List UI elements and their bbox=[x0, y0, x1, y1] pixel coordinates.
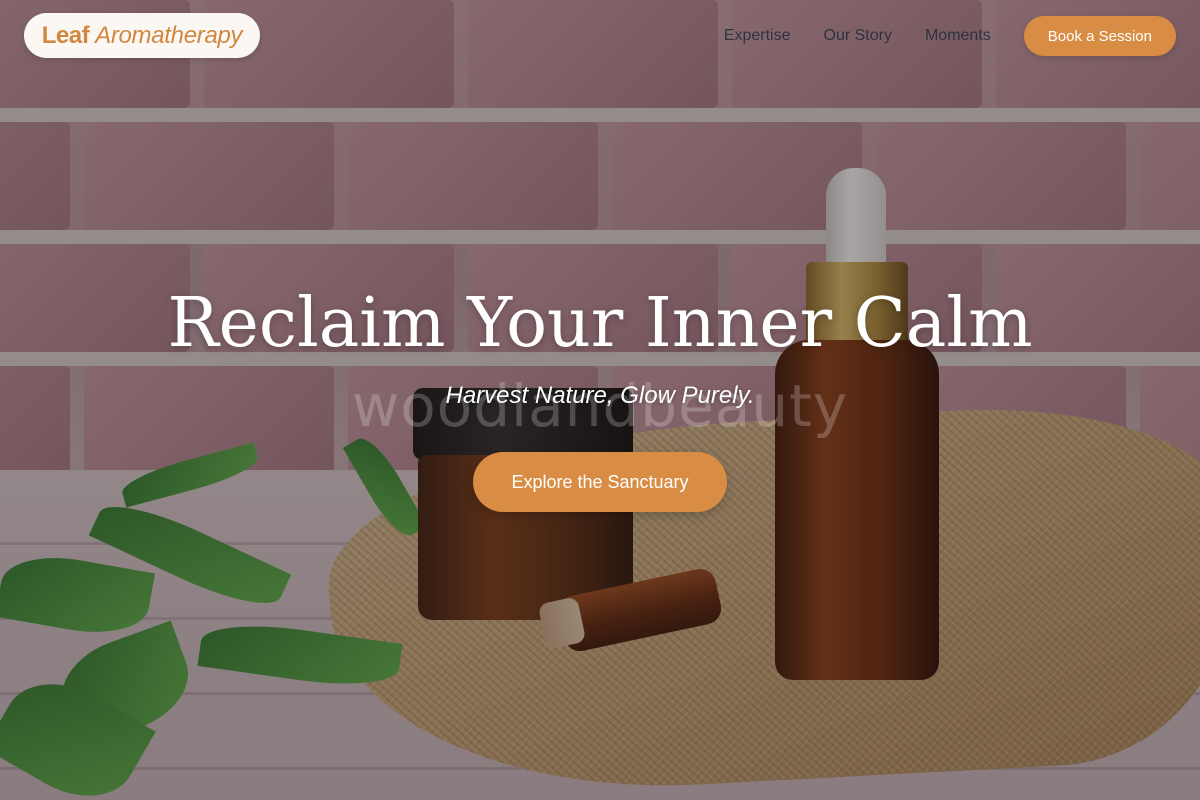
hero-title: Reclaim Your Inner Calm bbox=[167, 284, 1033, 363]
site-header: Leaf Aromatherapy Expertise Our Story Mo… bbox=[0, 0, 1200, 72]
nav-link-our-story[interactable]: Our Story bbox=[824, 27, 892, 45]
logo[interactable]: Leaf Aromatherapy bbox=[24, 13, 260, 58]
nav-link-moments[interactable]: Moments bbox=[925, 27, 991, 45]
hero-section: Reclaim Your Inner Calm Harvest Nature, … bbox=[0, 280, 1200, 512]
nav-link-expertise[interactable]: Expertise bbox=[724, 27, 791, 45]
logo-strong-text: Leaf bbox=[41, 21, 90, 49]
hero-subtitle: Harvest Nature, Glow Purely. bbox=[445, 382, 755, 409]
explore-sanctuary-button[interactable]: Explore the Sanctuary bbox=[473, 452, 727, 512]
main-nav: Expertise Our Story Moments Book a Sessi… bbox=[724, 16, 1176, 56]
logo-light-text: Aromatherapy bbox=[95, 21, 243, 49]
book-session-button[interactable]: Book a Session bbox=[1023, 16, 1176, 56]
